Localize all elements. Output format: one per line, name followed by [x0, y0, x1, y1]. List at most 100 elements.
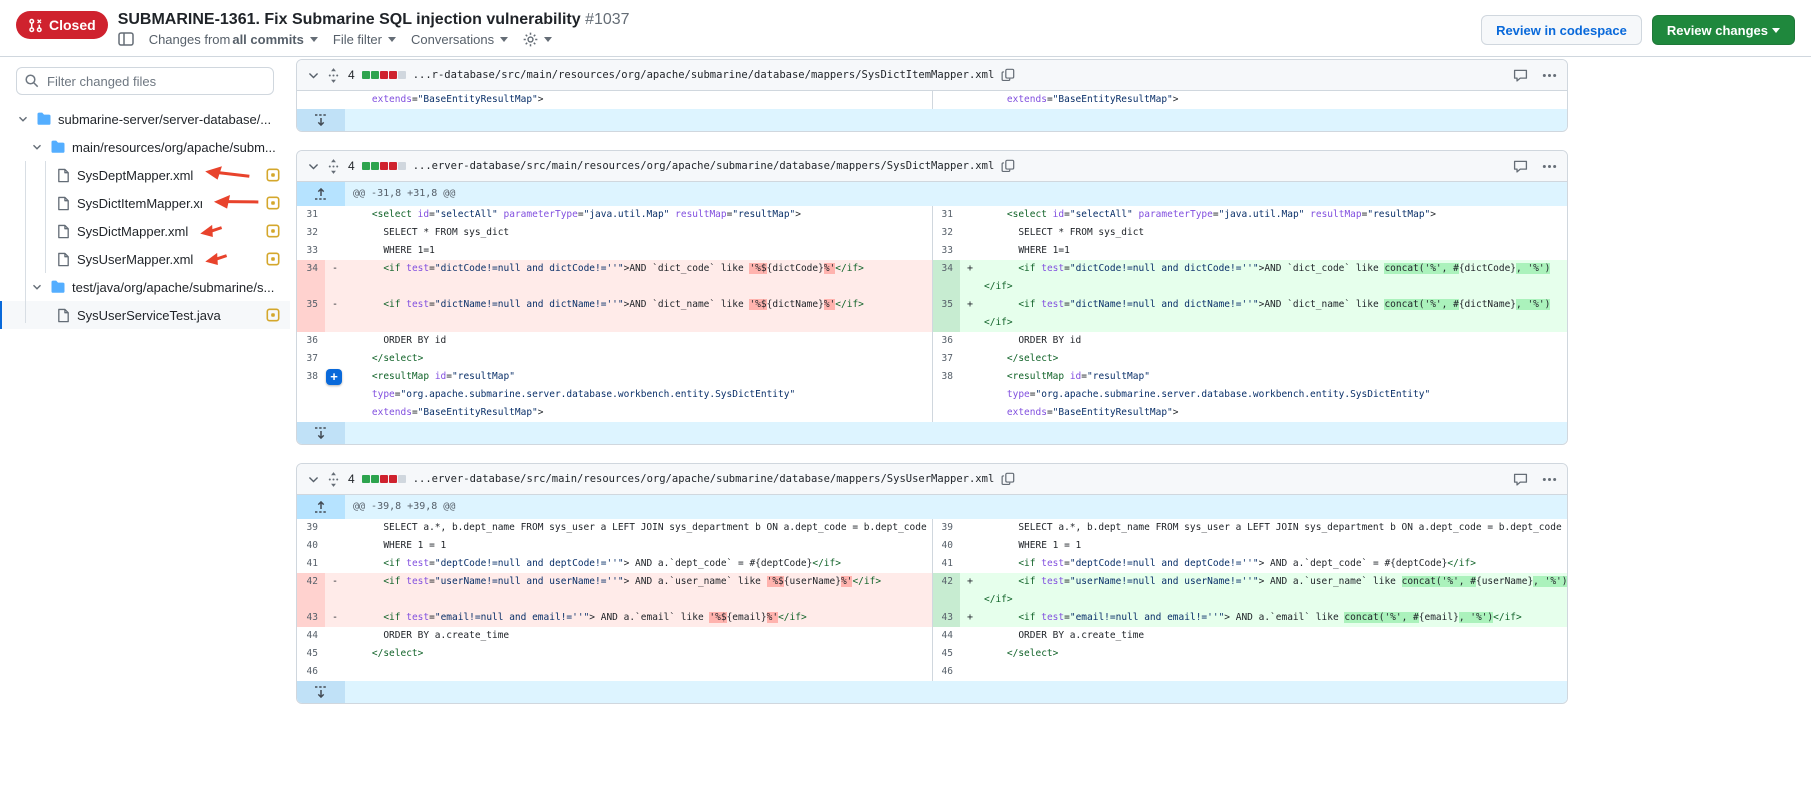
- drag-file-handle[interactable]: [327, 472, 340, 487]
- diff-sign: [325, 332, 345, 350]
- expand-down-button[interactable]: [297, 109, 345, 131]
- diff-settings-menu[interactable]: [523, 32, 552, 47]
- drag-file-handle[interactable]: [327, 68, 340, 83]
- collapse-file-button[interactable]: [307, 473, 320, 486]
- review-changes-button[interactable]: Review changes: [1652, 15, 1795, 45]
- diff-sign: [960, 537, 980, 555]
- line-number: 41: [932, 555, 960, 573]
- file-icon: [56, 252, 71, 267]
- diff-sign: +: [960, 296, 980, 332]
- file-filter-menu[interactable]: File filter: [333, 32, 396, 47]
- file-header-actions: [1513, 472, 1557, 487]
- modified-file-icon: [266, 308, 280, 322]
- changed-files-tree: submarine-server/server-database/...main…: [0, 105, 290, 329]
- tree-folder-submarine-server-server-database[interactable]: submarine-server/server-database/...: [0, 105, 290, 133]
- tree-folder-main-resources-org-apache-subm[interactable]: main/resources/org/apache/subm...: [0, 133, 290, 161]
- diff-code-row: 43- <if test="email!=null and email!=''"…: [297, 609, 1567, 627]
- tree-file-sysdictmapper-xml[interactable]: SysDictMapper.xml: [0, 217, 290, 245]
- hunk-row: @@ -39,8 +39,8 @@: [297, 495, 1567, 519]
- line-code: </select>: [980, 350, 1567, 368]
- line-number: 40: [297, 537, 325, 555]
- line-code: <if test="deptCode!=null and deptCode!='…: [980, 555, 1567, 573]
- diff-code-row: 38 <resultMap id="resultMap" type="org.a…: [297, 368, 1567, 422]
- diff-sign: [325, 645, 345, 663]
- diff-panel-sysdictmapper-xml: 4...erver-database/src/main/resources/or…: [296, 150, 1568, 445]
- tree-file-sysdictitemmapper-xml[interactable]: SysDictItemMapper.xml: [0, 189, 290, 217]
- diff-sign: -: [325, 260, 345, 296]
- line-code: ORDER BY id: [980, 332, 1567, 350]
- comment-button[interactable]: [1513, 159, 1528, 174]
- pr-closed-icon: [28, 18, 43, 33]
- line-code: </select>: [345, 350, 932, 368]
- file-path-link[interactable]: ...erver-database/src/main/resources/org…: [413, 160, 995, 172]
- pr-files-changed-page: Closed SUBMARINE-1361. Fix Submarine SQL…: [0, 0, 1811, 797]
- collapse-file-button[interactable]: [307, 69, 320, 82]
- expand-up-button[interactable]: [297, 182, 345, 206]
- chevron-down-icon: [544, 37, 552, 46]
- diff-code-row: 41 <if test="deptCode!=null and deptCode…: [297, 555, 1567, 573]
- line-number: [932, 91, 960, 109]
- diff-panel-sysdictitemmapper-xml: 4...r-database/src/main/resources/org/ap…: [296, 59, 1568, 132]
- pr-header: Closed SUBMARINE-1361. Fix Submarine SQL…: [0, 0, 1811, 57]
- sidebar-toggle-button[interactable]: [118, 31, 134, 47]
- line-code: [980, 663, 1567, 681]
- line-number: 44: [932, 627, 960, 645]
- line-number: [297, 91, 325, 109]
- line-number: 31: [932, 206, 960, 224]
- line-code: <if test="dictCode!=null and dictCode!='…: [980, 260, 1567, 296]
- diff-file-header: 4...r-database/src/main/resources/org/ap…: [297, 60, 1567, 91]
- expand-down-button[interactable]: [297, 681, 345, 703]
- tree-folder-test-java-org-apache-submarine-s[interactable]: test/java/org/apache/submarine/s...: [0, 273, 290, 301]
- expand-row-fill: [345, 109, 1567, 131]
- comment-button[interactable]: [1513, 68, 1528, 83]
- file-path-link[interactable]: ...r-database/src/main/resources/org/apa…: [413, 69, 995, 81]
- line-code: <if test="dictName!=null and dictName!='…: [980, 296, 1567, 332]
- diff-code-row: 31 <select id="selectAll" parameterType=…: [297, 206, 1567, 224]
- conversations-menu[interactable]: Conversations: [411, 32, 508, 47]
- diff-sign: +: [960, 573, 980, 609]
- gear-icon: [523, 32, 538, 47]
- tree-file-sysuserservicetest-java[interactable]: SysUserServiceTest.java: [0, 301, 290, 329]
- file-options-button[interactable]: [1542, 164, 1557, 169]
- modified-file-icon: [266, 224, 280, 238]
- file-icon: [56, 308, 71, 323]
- pr-number: #1037: [585, 11, 630, 28]
- diff-code-row: 39 SELECT a.*, b.dept_name FROM sys_user…: [297, 519, 1567, 537]
- diffstat-add-square: [362, 71, 370, 79]
- line-code: WHERE 1 = 1: [980, 537, 1567, 555]
- changes-from-menu[interactable]: Changes from all commits: [149, 32, 318, 47]
- file-icon: [56, 196, 71, 211]
- line-number: 34: [297, 260, 325, 296]
- tree-file-sysusermapper-xml[interactable]: SysUserMapper.xml: [0, 245, 290, 273]
- diffstat-add-square: [362, 162, 370, 170]
- fold-down-icon: [314, 685, 328, 699]
- diffstat-add-square: [371, 71, 379, 79]
- fold-up-icon: [314, 500, 328, 514]
- file-options-button[interactable]: [1542, 73, 1557, 78]
- line-number: 31: [297, 206, 325, 224]
- file-options-button[interactable]: [1542, 477, 1557, 482]
- copy-path-button[interactable]: [1001, 159, 1015, 173]
- diff-sign: -: [325, 296, 345, 332]
- diff-code-row: 35- <if test="dictName!=null and dictNam…: [297, 296, 1567, 332]
- review-in-codespace-button[interactable]: Review in codespace: [1481, 15, 1642, 45]
- file-icon: [56, 224, 71, 239]
- expand-row-fill: [345, 681, 1567, 703]
- diff-panel-sysusermapper-xml: 4...erver-database/src/main/resources/or…: [296, 463, 1568, 704]
- tree-file-sysdeptmapper-xml[interactable]: SysDeptMapper.xml: [0, 161, 290, 189]
- diffstat-del-square: [380, 71, 388, 79]
- diff-sign: [960, 555, 980, 573]
- add-comment-button[interactable]: +: [326, 369, 342, 385]
- file-path-link[interactable]: ...erver-database/src/main/resources/org…: [413, 473, 995, 485]
- diffstat-del-square: [380, 475, 388, 483]
- copy-path-button[interactable]: [1001, 68, 1015, 82]
- collapse-file-button[interactable]: [307, 160, 320, 173]
- expand-up-button[interactable]: [297, 495, 345, 519]
- chevron-down-icon: [310, 37, 318, 46]
- diff-sign: [960, 519, 980, 537]
- drag-file-handle[interactable]: [327, 159, 340, 174]
- expand-down-button[interactable]: [297, 422, 345, 444]
- copy-path-button[interactable]: [1001, 472, 1015, 486]
- comment-button[interactable]: [1513, 472, 1528, 487]
- filter-changed-files-input[interactable]: [16, 67, 274, 95]
